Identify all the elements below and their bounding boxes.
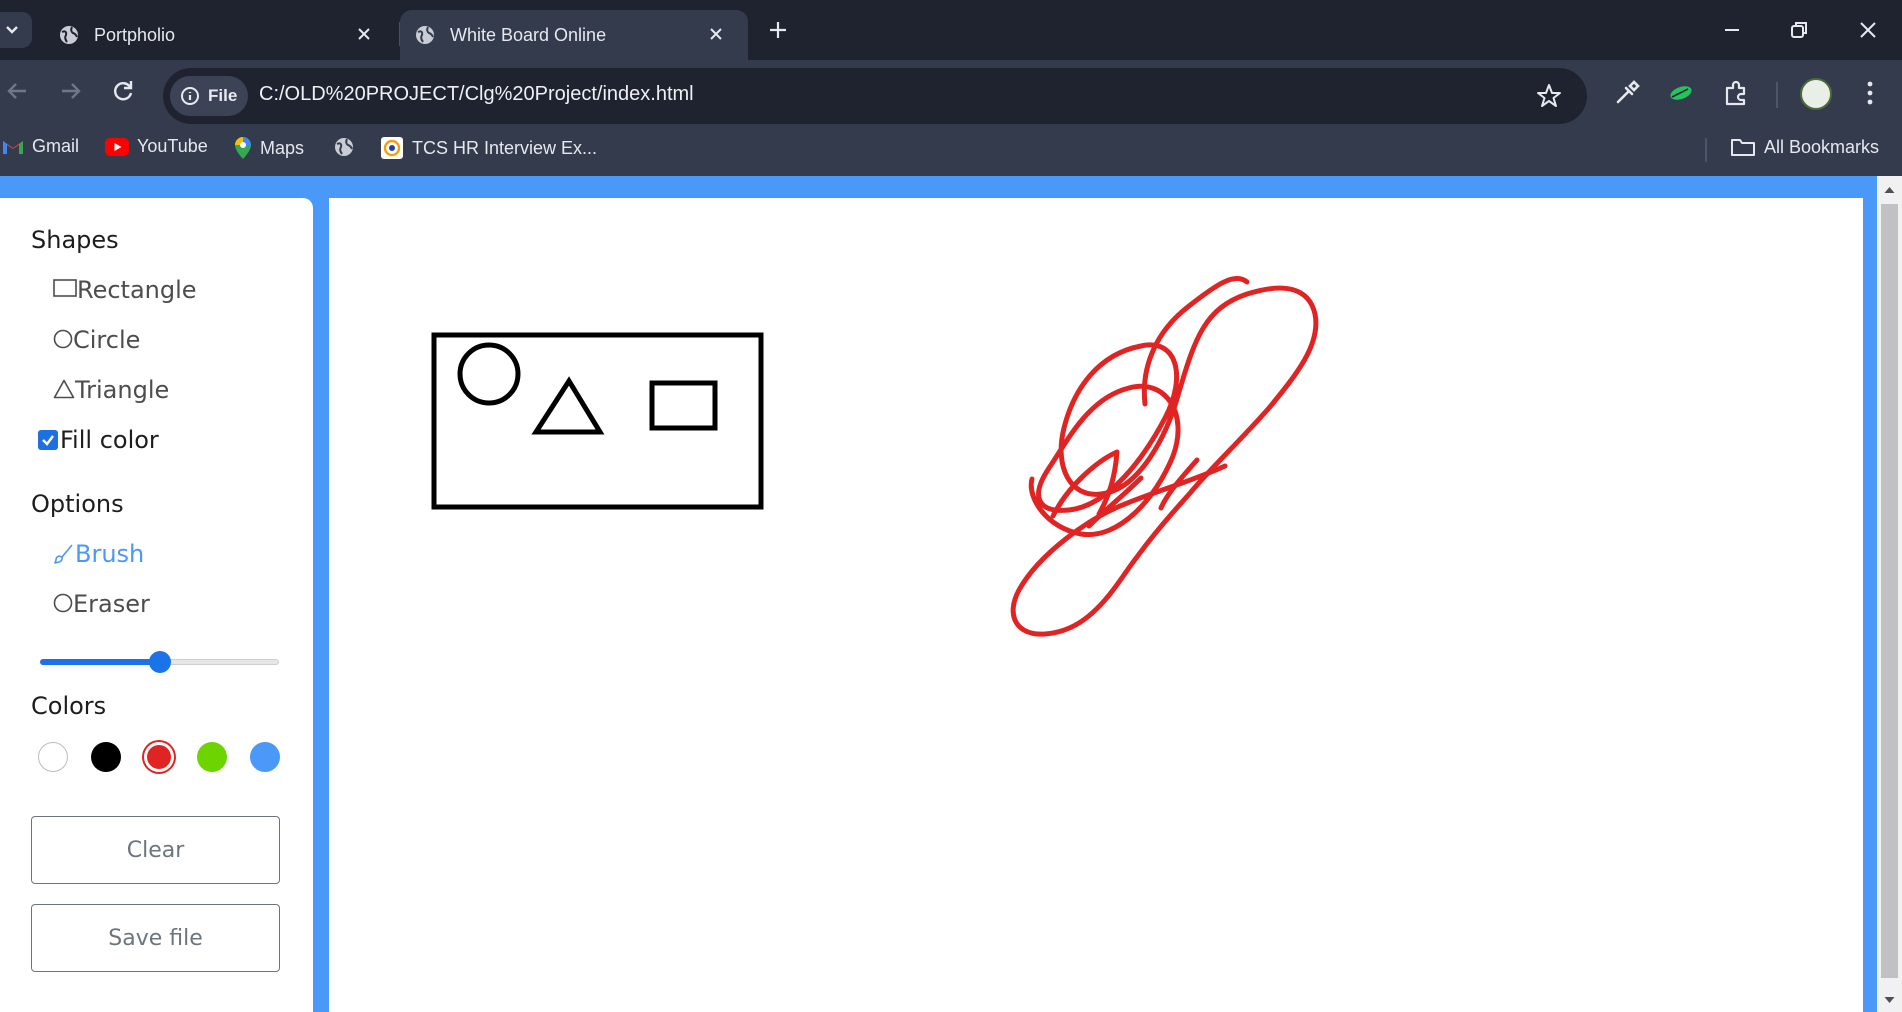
fill-color-row: Fill color: [38, 426, 159, 454]
bookmark-label: Gmail: [32, 136, 80, 156]
bookmark-globe[interactable]: [333, 136, 363, 158]
page-viewport: Shapes Rectangle Circle Triangle Fill co…: [0, 176, 1902, 1012]
option-label: Triangle: [75, 376, 170, 404]
youtube-icon: [105, 137, 129, 156]
bookmarks-divider: [1705, 138, 1707, 162]
drawn-rectangle-small: [649, 380, 718, 431]
color-swatch[interactable]: [197, 742, 227, 772]
color-swatch[interactable]: [38, 742, 68, 772]
minimize-icon[interactable]: [1718, 16, 1746, 44]
colors-title: Colors: [31, 692, 107, 720]
tcs-site-icon: [381, 137, 403, 159]
eyedropper-extension-icon[interactable]: [1612, 78, 1642, 108]
fill-color-label: Fill color: [60, 426, 159, 454]
more-options-icon[interactable]: [1862, 78, 1878, 108]
option-label: Rectangle: [77, 276, 197, 304]
red-scribble: [1010, 285, 1319, 637]
circle-icon: [53, 329, 73, 349]
red-scribble-loop: [1050, 275, 1250, 529]
chevron-down-icon: [6, 26, 18, 34]
drawn-circle: [457, 342, 521, 406]
bookmark-label: YouTube: [137, 136, 208, 156]
window-close-icon[interactable]: [1854, 16, 1882, 44]
drawing-canvas[interactable]: [329, 198, 1863, 1012]
option-label: Circle: [73, 326, 141, 354]
shapes-title: Shapes: [31, 226, 119, 254]
brush-size-slider[interactable]: [40, 650, 279, 674]
browser-toolbar: File C:/OLD%20PROJECT/Clg%20Project/inde…: [0, 60, 1902, 124]
reload-icon[interactable]: [108, 76, 138, 106]
forward-icon[interactable]: [56, 76, 86, 106]
tab-portpholio[interactable]: Portpholio: [40, 10, 396, 60]
color-swatch[interactable]: [250, 742, 280, 772]
bookmark-maps[interactable]: Maps: [234, 136, 304, 160]
clear-canvas-button[interactable]: Clear: [31, 816, 280, 884]
globe-icon: [335, 138, 353, 156]
tab-search-button[interactable]: [0, 12, 32, 48]
new-tab-icon[interactable]: [764, 16, 792, 44]
drawn-rectangle-large: [431, 332, 764, 510]
eraser-option[interactable]: Eraser: [53, 590, 150, 618]
bookmark-star-icon[interactable]: [1535, 82, 1563, 110]
tab-strip: Portpholio White Board Online: [0, 0, 1902, 60]
all-bookmarks-button[interactable]: All Bookmarks: [1730, 136, 1879, 158]
bookmark-youtube[interactable]: YouTube: [105, 136, 208, 157]
info-icon: [181, 87, 199, 105]
option-label: Eraser: [73, 590, 150, 618]
tab-title: Portpholio: [94, 24, 176, 45]
option-label: Brush: [75, 540, 145, 568]
site-chip-label: File: [208, 86, 238, 105]
slider-fill: [40, 659, 160, 665]
bookmarks-bar: Gmail YouTube Maps TCS HR Interview Ex..…: [0, 124, 1902, 176]
globe-icon: [60, 26, 78, 44]
color-swatch[interactable]: [91, 742, 121, 772]
save-file-button[interactable]: Save file: [31, 904, 280, 972]
site-info-chip[interactable]: File: [170, 76, 248, 116]
back-icon[interactable]: [2, 76, 32, 106]
url-text[interactable]: C:/OLD%20PROJECT/Clg%20Project/index.htm…: [259, 83, 694, 106]
brush-option[interactable]: Brush: [53, 540, 144, 568]
address-bar[interactable]: File C:/OLD%20PROJECT/Clg%20Project/inde…: [163, 68, 1587, 124]
scroll-up-arrow-icon[interactable]: [1877, 180, 1902, 200]
toolbar-divider: [1776, 82, 1778, 108]
tools-panel: Shapes Rectangle Circle Triangle Fill co…: [0, 198, 313, 1012]
scrollbar-thumb[interactable]: [1881, 204, 1898, 978]
tab-white-board-online[interactable]: White Board Online: [400, 10, 748, 60]
rectangle-icon: [53, 279, 77, 297]
globe-icon: [416, 26, 434, 44]
all-bookmarks-label: All Bookmarks: [1764, 136, 1880, 157]
shape-rectangle-option[interactable]: Rectangle: [53, 276, 197, 304]
gmail-icon: [3, 140, 23, 154]
options-title: Options: [31, 490, 124, 518]
bookmark-tcs-hr-interview[interactable]: TCS HR Interview Ex...: [380, 136, 597, 160]
eraser-icon: [53, 593, 73, 613]
color-swatch[interactable]: [144, 742, 174, 772]
triangle-icon: [53, 379, 75, 399]
close-icon[interactable]: [706, 24, 726, 44]
shape-circle-option[interactable]: Circle: [53, 326, 140, 354]
maps-pin-icon: [235, 137, 251, 159]
bookmark-label: Maps: [260, 137, 305, 158]
bookmark-label: TCS HR Interview Ex...: [412, 137, 598, 158]
tab-title: White Board Online: [450, 24, 607, 45]
bookmark-gmail[interactable]: Gmail: [2, 136, 79, 157]
scroll-down-arrow-icon[interactable]: [1877, 990, 1902, 1010]
close-icon[interactable]: [354, 24, 374, 44]
extensions-puzzle-icon[interactable]: [1721, 78, 1751, 108]
drawn-triangle: [531, 376, 605, 435]
fill-color-checkbox[interactable]: [38, 430, 58, 450]
shape-triangle-option[interactable]: Triangle: [53, 376, 169, 404]
leaf-extension-icon[interactable]: [1666, 78, 1696, 108]
brush-icon: [54, 544, 73, 564]
slider-thumb[interactable]: [148, 651, 171, 673]
canvas-drawing-layer: [431, 275, 1319, 637]
checkmark-icon: [42, 435, 54, 446]
profile-avatar[interactable]: [1800, 78, 1832, 110]
page-scrollbar[interactable]: [1877, 176, 1902, 1012]
folder-icon: [1731, 139, 1755, 156]
restore-icon[interactable]: [1785, 16, 1813, 44]
